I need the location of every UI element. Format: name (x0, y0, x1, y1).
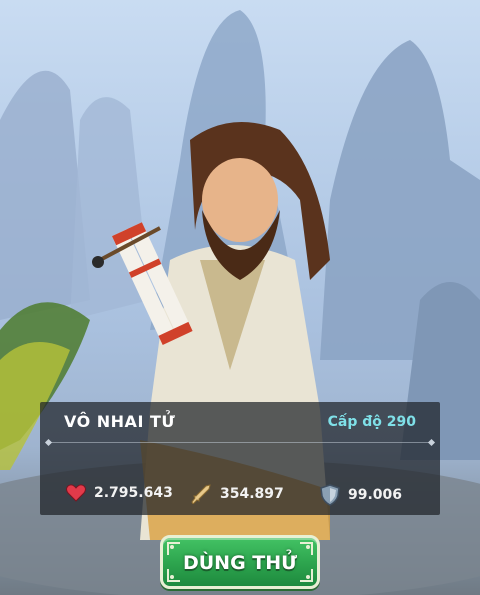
stat-hp-value: 2.795.643 (94, 485, 173, 501)
stat-defense: 99.006 (320, 484, 402, 506)
panel-header: VÔ NHAI TỬ Cấp độ 290 (40, 402, 440, 443)
character-preview-screen: VÔ NHAI TỬ Cấp độ 290 2.795.643 354.897 … (0, 0, 480, 595)
sword-icon (190, 484, 212, 504)
heart-icon (66, 484, 86, 502)
character-level: Cấp độ 290 (327, 414, 416, 430)
try-hero-button[interactable]: DÙNG THỬ (160, 535, 320, 589)
stat-attack-value: 354.897 (220, 486, 284, 502)
stat-attack: 354.897 (190, 484, 284, 504)
panel-divider (48, 442, 432, 443)
stat-hp: 2.795.643 (66, 484, 173, 502)
stat-defense-value: 99.006 (348, 487, 403, 503)
character-name: VÔ NHAI TỬ (64, 412, 176, 431)
character-info-panel: VÔ NHAI TỬ Cấp độ 290 2.795.643 354.897 … (40, 402, 440, 515)
shield-icon (320, 484, 340, 506)
try-hero-button-label: DÙNG THỬ (182, 552, 298, 574)
